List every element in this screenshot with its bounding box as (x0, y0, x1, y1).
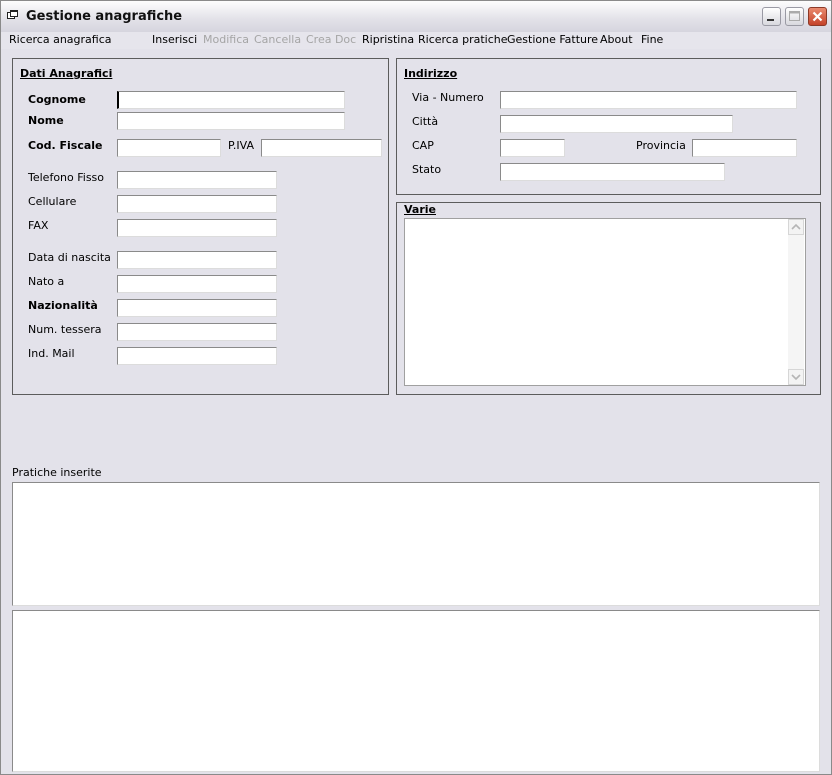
menu-ripristina[interactable]: Ripristina (362, 33, 414, 46)
minimize-button[interactable] (762, 7, 781, 26)
menu-about[interactable]: About (600, 33, 633, 46)
indirizzo-group: Indirizzo Via - Numero Città CAP Provinc… (396, 58, 821, 195)
nazionalita-label: Nazionalità (28, 299, 98, 312)
nato-a-label: Nato a (28, 275, 65, 288)
data-nascita-input[interactable] (117, 251, 277, 269)
menu-bar: Ricerca anagrafica Inserisci Modifica Ca… (1, 32, 831, 49)
nazionalita-input[interactable] (117, 299, 277, 317)
chevron-up-icon (791, 223, 801, 230)
nato-a-input[interactable] (117, 275, 277, 293)
cellulare-label: Cellulare (28, 195, 77, 208)
cellulare-input[interactable] (117, 195, 277, 213)
cognome-input[interactable] (117, 91, 345, 109)
via-numero-label: Via - Numero (412, 91, 484, 104)
menu-ricerca-anagrafica[interactable]: Ricerca anagrafica (9, 33, 112, 46)
cod-fiscale-label: Cod. Fiscale (28, 139, 103, 152)
app-icon[interactable] (7, 10, 18, 20)
piva-label: P.IVA (228, 139, 255, 152)
provincia-label: Provincia (636, 139, 686, 152)
data-nascita-label: Data di nascita (28, 251, 111, 264)
menu-fine[interactable]: Fine (641, 33, 663, 46)
ind-mail-label: Ind. Mail (28, 347, 75, 360)
fax-label: FAX (28, 219, 49, 232)
cognome-label: Cognome (28, 93, 86, 106)
nome-label: Nome (28, 114, 64, 127)
num-tessera-label: Num. tessera (28, 323, 102, 336)
ind-mail-input[interactable] (117, 347, 277, 365)
menu-modifica[interactable]: Modifica (203, 33, 249, 46)
fax-input[interactable] (117, 219, 277, 237)
dati-anagrafici-group: Dati Anagrafici Cognome Nome Cod. Fiscal… (12, 58, 389, 395)
citta-label: Città (412, 115, 439, 128)
piva-input[interactable] (261, 139, 382, 157)
varie-title: Varie (404, 203, 436, 216)
close-button[interactable] (808, 7, 827, 26)
main-window: Gestione anagrafiche Ricerca anagrafica … (0, 0, 832, 775)
title-bar[interactable]: Gestione anagrafiche (1, 1, 831, 33)
varie-group: Varie (396, 202, 821, 395)
citta-input[interactable] (500, 115, 733, 133)
varie-textarea[interactable] (404, 218, 806, 386)
provincia-input[interactable] (692, 139, 797, 157)
menu-cancella[interactable]: Cancella (254, 33, 301, 46)
scroll-up-button[interactable] (788, 219, 804, 235)
maximize-icon (789, 11, 800, 21)
stato-label: Stato (412, 163, 442, 176)
pratiche-list[interactable] (12, 482, 820, 606)
telefono-fisso-input[interactable] (117, 171, 277, 189)
cap-input[interactable] (500, 139, 565, 157)
maximize-button[interactable] (785, 7, 804, 26)
varie-scrollbar[interactable] (788, 219, 804, 385)
indirizzo-title: Indirizzo (404, 67, 458, 80)
num-tessera-input[interactable] (117, 323, 277, 341)
minimize-icon (767, 19, 774, 21)
menu-ricerca-pratiche[interactable]: Ricerca pratiche (418, 33, 507, 46)
cod-fiscale-input[interactable] (117, 139, 221, 157)
cap-label: CAP (412, 139, 434, 152)
menu-gestione-fatture[interactable]: Gestione Fatture (507, 33, 598, 46)
pratiche-label: Pratiche inserite (12, 466, 102, 479)
menu-crea-doc[interactable]: Crea Doc (306, 33, 356, 46)
scroll-down-button[interactable] (788, 369, 804, 385)
form-content: Dati Anagrafici Cognome Nome Cod. Fiscal… (1, 49, 831, 774)
nome-input[interactable] (117, 112, 345, 130)
menu-inserisci[interactable]: Inserisci (152, 33, 197, 46)
close-icon (812, 11, 823, 22)
via-numero-input[interactable] (500, 91, 797, 109)
stato-input[interactable] (500, 163, 725, 181)
window-title: Gestione anagrafiche (26, 9, 183, 24)
dati-anagrafici-title: Dati Anagrafici (20, 67, 113, 80)
telefono-fisso-label: Telefono Fisso (28, 171, 105, 184)
chevron-down-icon (791, 374, 801, 381)
pratiche-detail-list[interactable] (12, 610, 820, 772)
